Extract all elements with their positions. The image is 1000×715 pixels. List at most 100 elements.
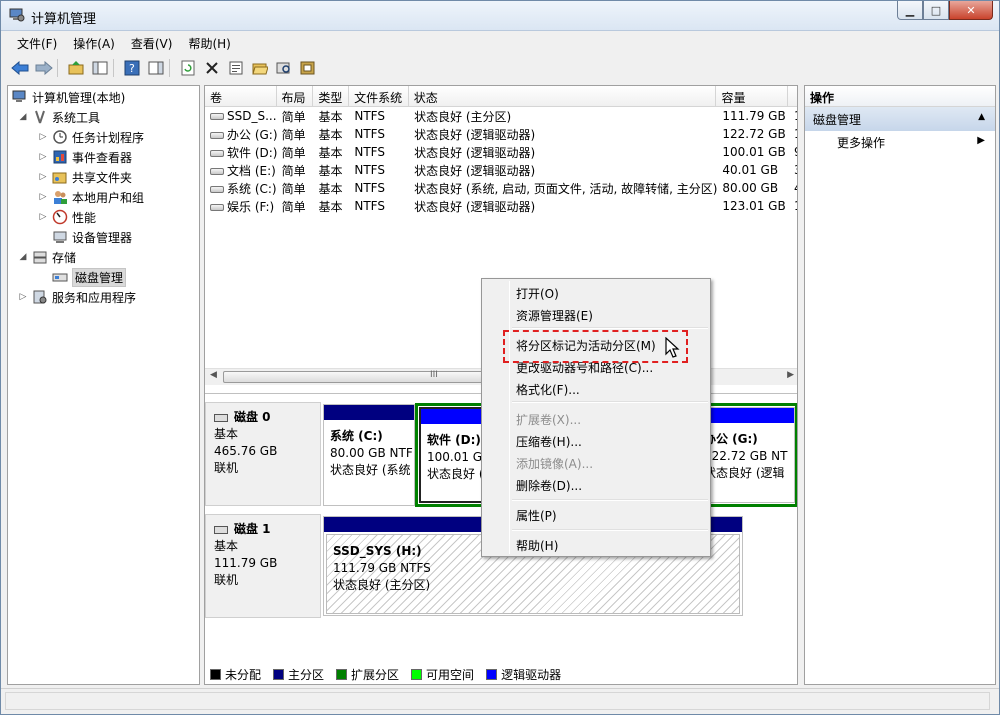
users-icon xyxy=(52,189,68,205)
menu-separator xyxy=(512,327,708,329)
tree-item-local-users[interactable]: ▷ 本地用户和组 xyxy=(38,187,144,207)
expand-arrow-icon[interactable]: ▷ xyxy=(38,152,48,162)
actions-section-disk-management[interactable]: 磁盘管理 ▲ xyxy=(805,107,995,131)
tree-item-shared-folders[interactable]: ▷ 共享文件夹 xyxy=(38,167,132,187)
mouse-cursor-icon xyxy=(665,336,681,359)
computer-management-icon xyxy=(12,89,28,105)
table-row[interactable]: SSD_S... 简单 基本 NTFS 状态良好 (主分区) 111.79 GB… xyxy=(205,107,797,125)
refresh-icon[interactable] xyxy=(177,57,199,79)
column-header-free[interactable] xyxy=(788,86,797,106)
table-row[interactable]: 办公 (G:) 简单 基本 NTFS 状态良好 (逻辑驱动器) 122.72 G… xyxy=(205,125,797,143)
legend-swatch xyxy=(336,668,348,680)
menu-view[interactable]: 查看(V) xyxy=(123,32,181,54)
menu-item-open[interactable]: 打开(O) xyxy=(516,285,559,302)
toolbar: ? xyxy=(9,55,319,81)
legend-label: 逻辑驱动器 xyxy=(501,667,562,682)
partition-c[interactable]: 系统 (C:) 80.00 GB NTF 状态良好 (系统 xyxy=(323,404,415,506)
table-row[interactable]: 软件 (D:) 简单 基本 NTFS 状态良好 (逻辑驱动器) 100.01 G… xyxy=(205,143,797,161)
volume-status: 状态良好 (逻辑驱动器) xyxy=(414,127,536,142)
drive-icon xyxy=(210,131,224,139)
tree-item-event-viewer[interactable]: ▷ 事件查看器 xyxy=(38,147,132,167)
menu-item-delete-volume[interactable]: 删除卷(D)... xyxy=(516,477,582,494)
tree-item-system-tools[interactable]: ◢ 系统工具 xyxy=(18,107,100,127)
tree-item-disk-management[interactable]: 磁盘管理 xyxy=(52,267,127,287)
menu-action[interactable]: 操作(A) xyxy=(65,32,123,54)
menu-file[interactable]: 文件(F) xyxy=(9,32,65,54)
menu-bar: 文件(F) 操作(A) 查看(V) 帮助(H) xyxy=(9,32,239,54)
open-folder-icon[interactable] xyxy=(249,57,271,79)
menu-item-format[interactable]: 格式化(F)... xyxy=(516,381,580,398)
disk-type: 基本 xyxy=(214,539,239,553)
status-bar xyxy=(1,688,999,714)
column-header-status[interactable]: 状态 xyxy=(409,86,717,106)
partition-size: 80.00 GB NTF xyxy=(330,446,413,460)
properties-icon[interactable] xyxy=(225,57,247,79)
disk-icon xyxy=(214,413,228,422)
collapse-arrow-icon[interactable]: ◢ xyxy=(18,252,28,262)
collapse-up-icon[interactable]: ▲ xyxy=(978,112,985,122)
menu-item-shrink-volume[interactable]: 压缩卷(H)... xyxy=(516,433,582,450)
tree-item-task-scheduler[interactable]: ▷ 任务计划程序 xyxy=(38,127,144,147)
legend-swatch xyxy=(486,668,498,680)
expand-arrow-icon[interactable]: ▷ xyxy=(38,212,48,222)
disk-0-label[interactable]: 磁盘 0 基本 465.76 GB 联机 xyxy=(205,402,321,506)
legend-free-space: 可用空间 xyxy=(411,666,474,683)
column-header-filesystem[interactable]: 文件系统 xyxy=(349,86,409,106)
menu-item-explorer[interactable]: 资源管理器(E) xyxy=(516,307,593,324)
column-header-capacity[interactable]: 容量 xyxy=(716,86,788,106)
table-row[interactable]: 系统 (C:) 简单 基本 NTFS 状态良好 (系统, 启动, 页面文件, 活… xyxy=(205,179,797,197)
help-icon[interactable]: ? xyxy=(121,57,143,79)
search-disk-icon[interactable] xyxy=(273,57,295,79)
tree-item-services-apps[interactable]: ▷ 服务和应用程序 xyxy=(18,287,136,307)
minimize-button[interactable]: ▁ xyxy=(897,1,923,20)
table-row[interactable]: 文档 (E:) 简单 基本 NTFS 状态良好 (逻辑驱动器) 40.01 GB… xyxy=(205,161,797,179)
more-actions-item[interactable]: 更多操作 ▶ xyxy=(805,131,995,153)
menu-item-help[interactable]: 帮助(H) xyxy=(516,537,558,554)
expand-arrow-icon[interactable]: ▷ xyxy=(38,132,48,142)
menu-help[interactable]: 帮助(H) xyxy=(180,32,238,54)
volume-capacity: 122.72 GB xyxy=(722,127,786,141)
delete-icon[interactable] xyxy=(201,57,223,79)
menu-item-extend-volume: 扩展卷(X)... xyxy=(516,413,582,427)
menu-separator xyxy=(512,529,708,531)
forward-arrow-icon[interactable] xyxy=(33,57,55,79)
column-header-layout[interactable]: 布局 xyxy=(277,86,314,106)
tree-item-computer-management[interactable]: 计算机管理(本地) xyxy=(12,87,125,107)
maximize-button[interactable]: □ xyxy=(923,1,949,20)
volume-status: 状态良好 (逻辑驱动器) xyxy=(414,199,536,214)
more-actions-label: 更多操作 xyxy=(837,136,886,150)
legend-label: 扩展分区 xyxy=(351,667,400,682)
disk-type: 基本 xyxy=(214,427,239,441)
tree-label: 系统工具 xyxy=(52,110,101,125)
show-hide-action-pane-icon[interactable] xyxy=(145,57,167,79)
back-arrow-icon[interactable] xyxy=(9,57,31,79)
expand-arrow-icon[interactable]: ▷ xyxy=(38,192,48,202)
column-header-type[interactable]: 类型 xyxy=(313,86,350,106)
volume-capacity: 123.01 GB xyxy=(722,199,786,213)
table-row[interactable]: 娱乐 (F:) 简单 基本 NTFS 状态良好 (逻辑驱动器) 123.01 G… xyxy=(205,197,797,215)
legend-label: 主分区 xyxy=(288,667,325,682)
volume-type: 基本 xyxy=(318,127,343,142)
tree-item-storage[interactable]: ◢ 存储 xyxy=(18,247,76,267)
expand-arrow-icon[interactable]: ▷ xyxy=(18,292,28,302)
tree-item-device-manager[interactable]: 设备管理器 xyxy=(52,227,132,247)
disk-settings-icon[interactable] xyxy=(297,57,319,79)
volume-layout: 简单 xyxy=(281,199,306,214)
tree-label: 事件查看器 xyxy=(72,150,133,165)
partition-g[interactable]: 办公 (G:) 122.72 GB NT 状态良好 (逻辑 xyxy=(701,407,795,503)
up-folder-icon[interactable] xyxy=(65,57,87,79)
scroll-right-icon[interactable]: ▶ xyxy=(787,370,794,380)
close-button[interactable]: ✕ xyxy=(949,1,993,20)
tree-item-performance[interactable]: ▷ 性能 xyxy=(38,207,96,227)
show-hide-console-tree-icon[interactable] xyxy=(89,57,111,79)
volume-filesystem: NTFS xyxy=(354,181,385,195)
scroll-left-icon[interactable]: ◀ xyxy=(210,370,217,380)
column-header-volume[interactable]: 卷 xyxy=(205,86,277,106)
drive-icon xyxy=(210,113,224,120)
expand-arrow-icon[interactable]: ▷ xyxy=(38,172,48,182)
menu-item-properties[interactable]: 属性(P) xyxy=(516,507,557,524)
collapse-arrow-icon[interactable]: ◢ xyxy=(18,112,28,122)
legend-logical: 逻辑驱动器 xyxy=(486,666,561,683)
actions-header: 操作 xyxy=(805,86,995,107)
disk-1-label[interactable]: 磁盘 1 基本 111.79 GB 联机 xyxy=(205,514,321,618)
